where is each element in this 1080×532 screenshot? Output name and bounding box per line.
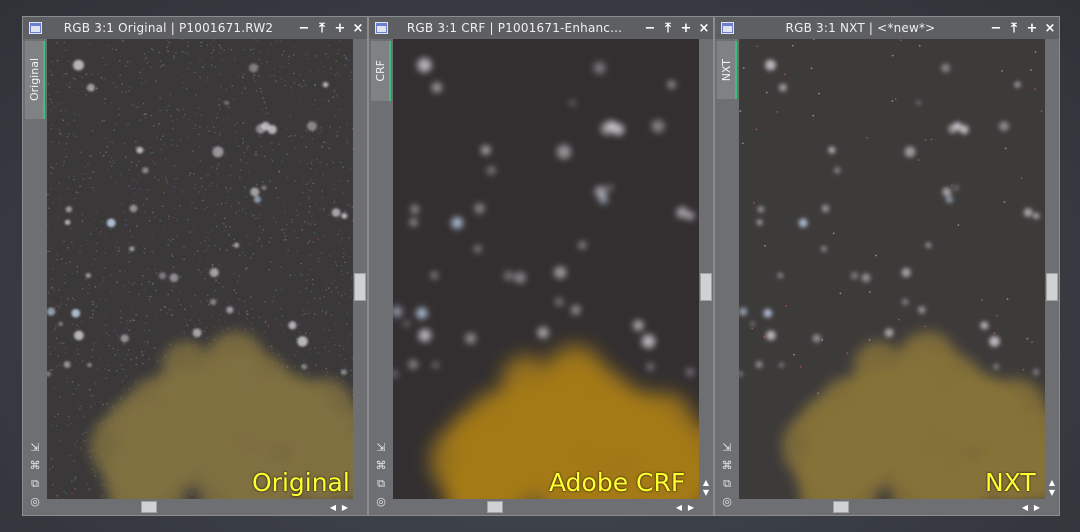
window-crf[interactable]: RGB 3:1 CRF | P1001671-Enhanc... − ⤒ + ×… bbox=[368, 16, 714, 516]
scroll-up-icon[interactable]: ▲ bbox=[1045, 477, 1059, 487]
overlay-label: Original bbox=[252, 468, 350, 497]
tab-original[interactable]: Original bbox=[25, 41, 45, 119]
view-tools: ⇲ ⌘ ⧉ ◎ bbox=[27, 441, 43, 509]
titlebar[interactable]: RGB 3:1 CRF | P1001671-Enhanc... − ⤒ + × bbox=[369, 17, 713, 39]
view-tools: ⇲ ⌘ ⧉ ◎ bbox=[373, 441, 389, 509]
image-view[interactable] bbox=[739, 39, 1045, 499]
window-icon[interactable] bbox=[29, 22, 42, 34]
shade-icon[interactable]: ⤒ bbox=[659, 18, 677, 38]
vertical-scroll-thumb[interactable] bbox=[700, 273, 712, 301]
tab-label: CRF bbox=[373, 60, 387, 82]
target-icon[interactable]: ◎ bbox=[722, 495, 732, 509]
image-canvas bbox=[393, 39, 699, 499]
titlebar[interactable]: RGB 3:1 Original | P1001671.RW2 − ⤒ + × bbox=[23, 17, 367, 39]
shade-icon[interactable]: ⤒ bbox=[1005, 18, 1023, 38]
scroll-down-icon[interactable]: ▼ bbox=[1045, 487, 1059, 497]
window-original[interactable]: RGB 3:1 Original | P1001671.RW2 − ⤒ + × … bbox=[22, 16, 368, 516]
close-icon[interactable]: × bbox=[1041, 18, 1059, 38]
tab-label: NXT bbox=[719, 58, 733, 82]
horizontal-scroll-thumb[interactable] bbox=[833, 501, 849, 513]
overlay-label: NXT bbox=[985, 468, 1036, 497]
scroll-right-icon[interactable]: ▶ bbox=[339, 499, 351, 515]
vertical-scrollbar[interactable] bbox=[353, 39, 367, 499]
zoom-icon[interactable]: ⌘ bbox=[30, 459, 41, 473]
close-icon[interactable]: × bbox=[349, 18, 367, 38]
maximize-icon[interactable]: + bbox=[677, 18, 695, 38]
window-icon[interactable] bbox=[721, 22, 734, 34]
horizontal-scroll-thumb[interactable] bbox=[141, 501, 157, 513]
image-canvas bbox=[739, 39, 1045, 499]
image-view[interactable] bbox=[47, 39, 353, 499]
zoom-icon[interactable]: ⌘ bbox=[376, 459, 387, 473]
target-icon[interactable]: ◎ bbox=[376, 495, 386, 509]
scroll-left-icon[interactable]: ◀ bbox=[673, 499, 685, 515]
scroll-left-icon[interactable]: ◀ bbox=[1019, 499, 1031, 515]
close-icon[interactable]: × bbox=[695, 18, 713, 38]
scroll-up-icon[interactable]: ▲ bbox=[699, 477, 713, 487]
minimize-icon[interactable]: − bbox=[987, 18, 1005, 38]
target-icon[interactable]: ◎ bbox=[30, 495, 40, 509]
fit-view-icon[interactable]: ⇲ bbox=[722, 441, 731, 455]
view-tools: ⇲ ⌘ ⧉ ◎ bbox=[719, 441, 735, 509]
fit-view-icon[interactable]: ⇲ bbox=[376, 441, 385, 455]
shade-icon[interactable]: ⤒ bbox=[313, 18, 331, 38]
window-icon[interactable] bbox=[375, 22, 388, 34]
tab-label: Original bbox=[27, 58, 41, 102]
overlay-label: Adobe CRF bbox=[549, 468, 686, 497]
window-title: RGB 3:1 Original | P1001671.RW2 bbox=[63, 21, 274, 35]
tab-crf[interactable]: CRF bbox=[371, 41, 391, 101]
vertical-scroll-thumb[interactable] bbox=[354, 273, 366, 301]
fit-view-icon[interactable]: ⇲ bbox=[30, 441, 39, 455]
titlebar[interactable]: RGB 3:1 NXT | <*new*> − ⤒ + × bbox=[715, 17, 1059, 39]
vertical-scrollbar[interactable]: ▲ ▼ bbox=[1045, 39, 1059, 499]
window-nxt[interactable]: RGB 3:1 NXT | <*new*> − ⤒ + × NXT ▲ ▼ ◀ … bbox=[714, 16, 1060, 516]
maximize-icon[interactable]: + bbox=[331, 18, 349, 38]
vertical-scroll-thumb[interactable] bbox=[1046, 273, 1058, 301]
minimize-icon[interactable]: − bbox=[641, 18, 659, 38]
scroll-left-icon[interactable]: ◀ bbox=[327, 499, 339, 515]
scroll-right-icon[interactable]: ▶ bbox=[1031, 499, 1043, 515]
clone-icon[interactable]: ⧉ bbox=[723, 477, 731, 491]
zoom-icon[interactable]: ⌘ bbox=[722, 459, 733, 473]
scroll-right-icon[interactable]: ▶ bbox=[685, 499, 697, 515]
scroll-down-icon[interactable]: ▼ bbox=[699, 487, 713, 497]
image-view[interactable] bbox=[393, 39, 699, 499]
horizontal-scrollbar[interactable]: ◀ ▶ bbox=[739, 499, 1045, 515]
horizontal-scrollbar[interactable]: ◀ ▶ bbox=[393, 499, 699, 515]
image-canvas bbox=[47, 39, 353, 499]
clone-icon[interactable]: ⧉ bbox=[377, 477, 385, 491]
horizontal-scroll-thumb[interactable] bbox=[487, 501, 503, 513]
horizontal-scrollbar[interactable]: ◀ ▶ bbox=[47, 499, 353, 515]
vertical-scrollbar[interactable]: ▲ ▼ bbox=[699, 39, 713, 499]
tab-nxt[interactable]: NXT bbox=[717, 41, 737, 99]
minimize-icon[interactable]: − bbox=[295, 18, 313, 38]
maximize-icon[interactable]: + bbox=[1023, 18, 1041, 38]
window-title: RGB 3:1 NXT | <*new*> bbox=[785, 21, 936, 35]
window-title: RGB 3:1 CRF | P1001671-Enhanc... bbox=[406, 21, 623, 35]
clone-icon[interactable]: ⧉ bbox=[31, 477, 39, 491]
